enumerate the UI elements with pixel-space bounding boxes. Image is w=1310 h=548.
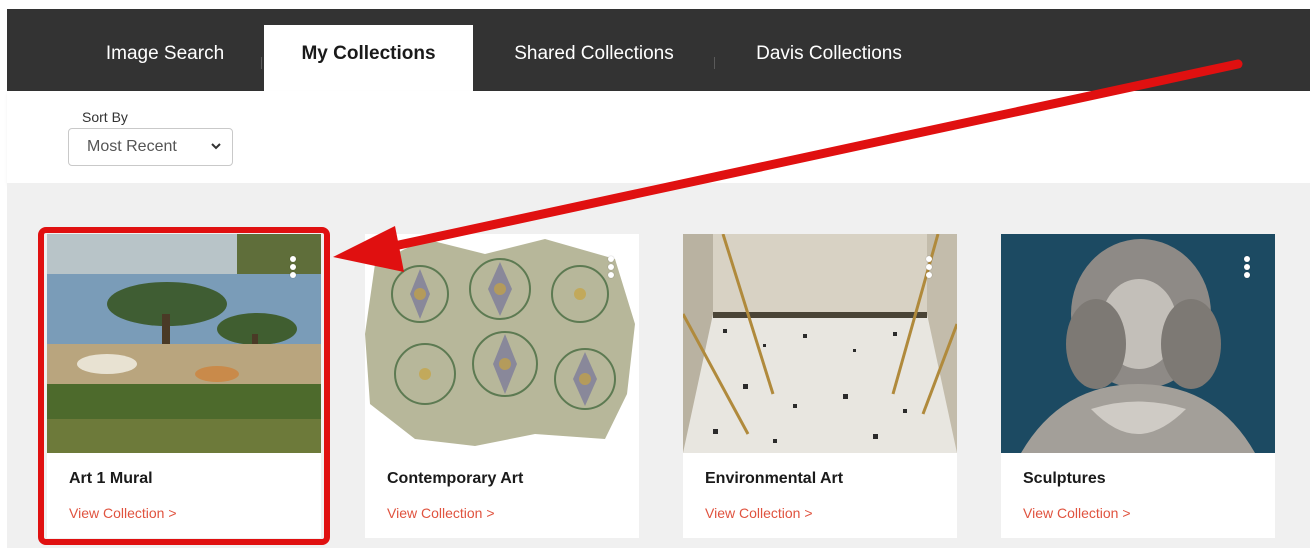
sort-selected-value: Most Recent <box>87 138 177 155</box>
tab-shared-collections[interactable]: Shared Collections <box>487 25 701 91</box>
top-nav-bar: Image Search My Collections Shared Colle… <box>7 9 1310 91</box>
collection-title: Art 1 Mural <box>69 470 153 487</box>
tab-divider <box>261 57 262 69</box>
collection-card-environmental-art[interactable]: Environmental Art View Collection > <box>683 234 957 538</box>
more-vertical-icon[interactable] <box>1243 256 1251 282</box>
tab-my-collections[interactable]: My Collections <box>264 25 473 91</box>
view-collection-link[interactable]: View Collection > <box>69 505 177 521</box>
collection-card-art-1-mural[interactable]: Art 1 Mural View Collection > <box>47 234 321 538</box>
chevron-down-icon <box>210 129 222 179</box>
more-vertical-icon[interactable] <box>289 256 297 282</box>
sort-select[interactable]: Most Recent <box>68 128 233 166</box>
tab-divider <box>714 57 715 69</box>
collection-title: Contemporary Art <box>387 470 524 487</box>
more-vertical-icon[interactable] <box>607 256 615 282</box>
collection-thumbnail[interactable] <box>365 234 639 453</box>
tab-image-search[interactable]: Image Search <box>69 25 261 91</box>
collection-title: Sculptures <box>1023 470 1106 487</box>
collection-title: Environmental Art <box>705 470 844 487</box>
collection-card-sculptures[interactable]: Sculptures View Collection > <box>1001 234 1275 538</box>
collection-card-contemporary-art[interactable]: Contemporary Art View Collection > <box>365 234 639 538</box>
tab-davis-collections[interactable]: Davis Collections <box>727 25 931 91</box>
more-vertical-icon[interactable] <box>925 256 933 282</box>
view-collection-link[interactable]: View Collection > <box>387 505 495 521</box>
view-collection-link[interactable]: View Collection > <box>705 505 813 521</box>
sort-toolbar: Sort By Most Recent <box>7 91 1310 183</box>
sort-by-label: Sort By <box>82 109 128 125</box>
collection-thumbnail[interactable] <box>47 234 321 453</box>
view-collection-link[interactable]: View Collection > <box>1023 505 1131 521</box>
collection-thumbnail[interactable] <box>1001 234 1275 453</box>
collection-thumbnail[interactable] <box>683 234 957 453</box>
app-root: Image Search My Collections Shared Colle… <box>0 0 1310 548</box>
collections-grid: Art 1 Mural View Collection > Contempora… <box>7 183 1310 548</box>
